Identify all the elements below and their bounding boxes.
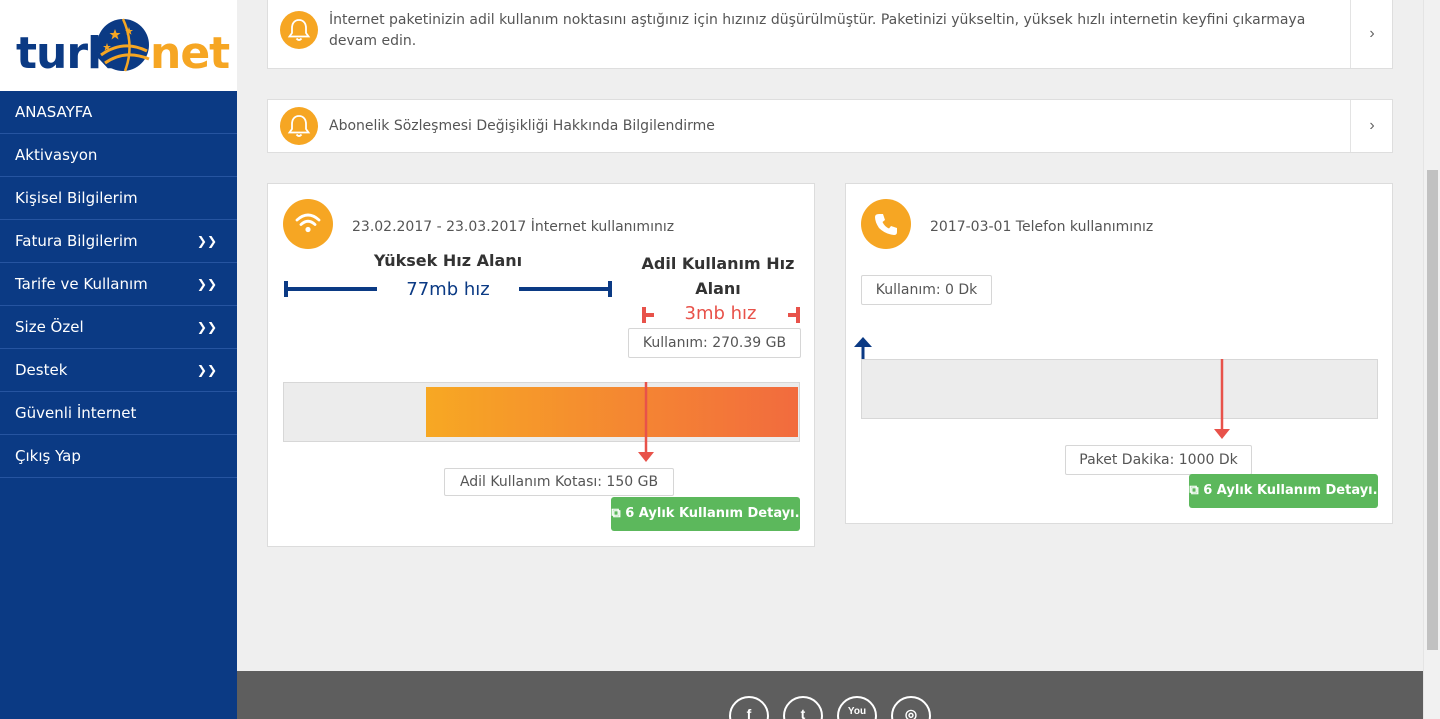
external-link-icon: ⧉ [1189,483,1204,498]
notification-fair-use[interactable]: İnternet paketinizin adil kullanım nokta… [267,0,1393,69]
sidebar-item-fatura-bilgilerim[interactable]: Fatura Bilgilerim ❯❯ [0,220,237,263]
phone-detail-button[interactable]: ⧉ 6 Aylık Kullanım Detayı. [1189,474,1378,508]
youtube-icon[interactable]: You [837,696,877,719]
chevron-right-icon: › [1369,117,1375,134]
sidebar-item-size-ozel[interactable]: Size Özel ❯❯ [0,306,237,349]
sidebar-item-label: Çıkış Yap [15,447,81,465]
footer: f t You ◎ [237,671,1423,719]
sidebar-item-label: Destek [15,361,68,379]
double-chevron-down-icon: ❯❯ [196,234,217,248]
sidebar-item-label: Aktivasyon [15,146,98,164]
logo-text-net: net [150,28,230,79]
usage-bar-fill [426,387,798,437]
internet-detail-button[interactable]: ⧉ 6 Aylık Kullanım Detayı. [611,497,800,531]
phone-icon [861,199,911,249]
logo[interactable]: turk net [0,0,237,91]
sidebar-item-kisisel-bilgilerim[interactable]: Kişisel Bilgilerim [0,177,237,220]
sidebar-item-tarife-ve-kullanim[interactable]: Tarife ve Kullanım ❯❯ [0,263,237,306]
sidebar-item-label: Güvenli İnternet [15,404,137,422]
phone-detail-button-label: 6 Aylık Kullanım Detayı. [1203,483,1378,498]
facebook-icon[interactable]: f [729,696,769,719]
notification-arrow[interactable]: › [1350,0,1392,68]
sidebar: turk net ANASAYFA Aktivasyon Kişisel Bil… [0,0,237,719]
sidebar-item-label: Kişisel Bilgilerim [15,189,138,207]
chevron-right-icon: › [1369,25,1375,42]
page-scrollbar[interactable] [1423,0,1440,719]
quota-label: Adil Kullanım Kotası: 150 GB [444,468,674,496]
notification-text: Abonelik Sözleşmesi Değişikliği Hakkında… [329,118,715,134]
package-marker-arrow [1214,359,1230,439]
sidebar-item-anasayfa[interactable]: ANASAYFA [0,91,237,134]
fair-use-label: Adil Kullanım Hız Alanı [641,254,795,298]
notification-text: İnternet paketinizin adil kullanım nokta… [329,12,1306,49]
double-chevron-down-icon: ❯❯ [196,277,217,291]
internet-panel-title: 23.02.2017 - 23.03.2017 İnternet kullanı… [352,219,675,235]
instagram-icon[interactable]: ◎ [891,696,931,719]
fair-use-value: 3mb hız [684,303,757,324]
quota-marker-arrow [638,382,654,462]
notification-contract[interactable]: Abonelik Sözleşmesi Değişikliği Hakkında… [267,99,1393,153]
bell-icon [280,107,318,145]
notification-arrow[interactable]: › [1350,100,1392,152]
phone-usage-bar-track [861,359,1378,419]
usage-label: Kullanım: 270.39 GB [628,328,801,358]
sidebar-item-label: ANASAYFA [15,103,93,121]
bell-icon [280,11,318,49]
sidebar-item-label: Tarife ve Kullanım [15,275,148,293]
package-minutes-label: Paket Dakika: 1000 Dk [1065,445,1252,475]
sidebar-item-aktivasyon[interactable]: Aktivasyon [0,134,237,177]
sidebar-item-label: Fatura Bilgilerim [15,232,138,250]
double-chevron-down-icon: ❯❯ [196,320,217,334]
internet-usage-panel: 23.02.2017 - 23.03.2017 İnternet kullanı… [267,183,815,547]
sidebar-item-guvenli-internet[interactable]: Güvenli İnternet [0,392,237,435]
phone-panel-title: 2017-03-01 Telefon kullanımınız [930,219,1154,235]
sidebar-item-cikis-yap[interactable]: Çıkış Yap [0,435,237,478]
external-link-icon: ⧉ [611,506,626,521]
globe-logo-icon [97,18,150,72]
sidebar-item-label: Size Özel [15,318,84,336]
twitter-icon[interactable]: t [783,696,823,719]
high-speed-label: Yüksek Hız Alanı [373,251,523,270]
phone-usage-panel: 2017-03-01 Telefon kullanımınız Kullanım… [845,183,1393,524]
wifi-icon [283,199,333,249]
scrollbar-thumb[interactable] [1427,170,1438,650]
double-chevron-down-icon: ❯❯ [196,363,217,377]
sidebar-item-destek[interactable]: Destek ❯❯ [0,349,237,392]
phone-usage-label: Kullanım: 0 Dk [861,275,992,305]
high-speed-value: 77mb hız [406,279,490,300]
internet-detail-button-label: 6 Aylık Kullanım Detayı. [625,506,800,521]
